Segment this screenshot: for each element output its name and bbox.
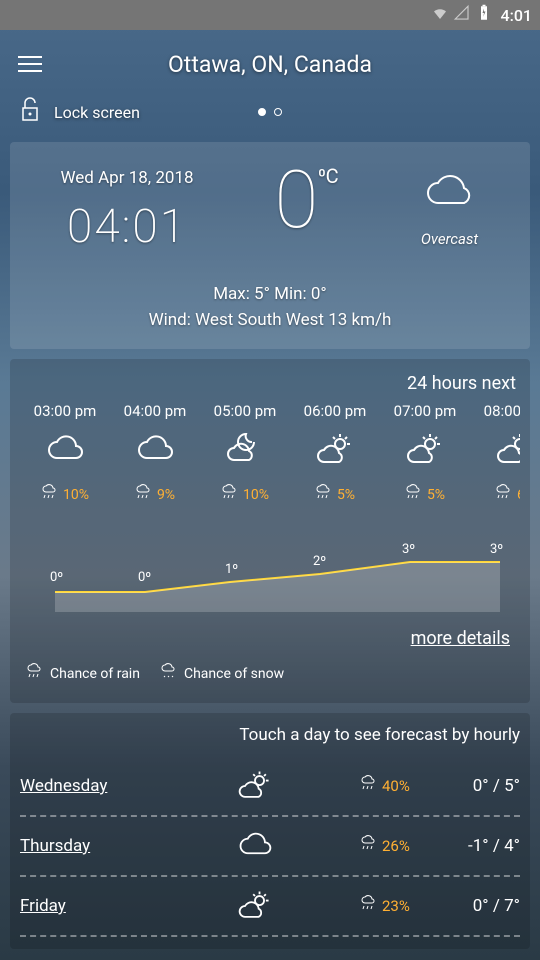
hour-precip: 6%: [470, 484, 520, 506]
snow-icon: [160, 663, 178, 685]
chart-temp-1: 0º: [138, 570, 151, 585]
condition-label: Overcast: [420, 230, 480, 248]
rain-icon: [495, 484, 513, 506]
max-min-label: Max: 5° Min: 0°: [20, 282, 520, 308]
chart-temp-4: 3º: [402, 542, 415, 557]
battery-icon: [475, 4, 493, 26]
cloud-icon: [20, 428, 110, 472]
cloud-icon: [110, 428, 200, 472]
hour-precip: 10%: [200, 484, 290, 506]
hour-time: 05:00 pm: [200, 402, 290, 420]
location-title[interactable]: Ottawa, ON, Canada: [54, 51, 486, 78]
temp-unit: ⁰C: [318, 164, 338, 188]
dot-2[interactable]: [274, 108, 282, 116]
day-temps: 0° / 7°: [440, 896, 520, 916]
partly-sunny-icon: [380, 428, 470, 472]
day-row-thursday[interactable]: Thursday 26% -1° / 4°: [20, 817, 520, 877]
more-details-link[interactable]: more details: [20, 622, 520, 659]
current-date: Wed Apr 18, 2018: [60, 168, 193, 188]
legend-rain-label: Chance of rain: [50, 666, 140, 682]
day-precip: 26%: [360, 835, 440, 857]
legend-snow-label: Chance of snow: [184, 666, 284, 682]
hour-col-1[interactable]: 04:00 pm 9%: [110, 402, 200, 506]
condition-block: Overcast: [420, 168, 480, 248]
chart-temp-0: 0º: [50, 570, 63, 585]
day-name: Thursday: [20, 836, 150, 856]
menu-button[interactable]: [18, 46, 54, 82]
hours-title: 24 hours next: [20, 373, 520, 394]
hour-precip: 9%: [110, 484, 200, 506]
daily-card: Touch a day to see forecast by hourly We…: [10, 713, 530, 949]
hours-row[interactable]: 03:00 pm 10% 04:00 pm 9% 05:00 pm 10% 06…: [20, 402, 520, 506]
legend-rain: Chance of rain: [26, 663, 140, 685]
day-precip: 23%: [360, 895, 440, 917]
partly-sunny-icon: [470, 428, 520, 472]
current-weather-card[interactable]: Wed Apr 18, 2018 04:01 0 ⁰C Overcast Max…: [10, 142, 530, 349]
date-time-block: Wed Apr 18, 2018 04:01: [60, 168, 193, 254]
lock-screen-button[interactable]: Lock screen: [18, 96, 140, 128]
rain-icon: [360, 835, 378, 857]
hourly-card[interactable]: 24 hours next 03:00 pm 10% 04:00 pm 9% 0…: [10, 359, 530, 703]
day-precip: 40%: [360, 775, 440, 797]
overcast-icon: [420, 203, 480, 222]
rain-icon: [315, 484, 333, 506]
cloud-icon: [150, 829, 360, 863]
legend: Chance of rain Chance of snow: [20, 659, 520, 689]
rain-icon: [360, 895, 378, 917]
partly-sunny-icon: [150, 889, 360, 923]
rain-icon: [41, 484, 59, 506]
chart-temp-5: 3º: [490, 542, 503, 557]
chart-temp-2: 1º: [225, 562, 238, 577]
rain-icon: [360, 775, 378, 797]
chart-temp-3: 2º: [313, 554, 326, 569]
day-row-wednesday[interactable]: Wednesday 40% 0° / 5°: [20, 757, 520, 817]
rain-icon: [221, 484, 239, 506]
hour-time: 08:00 pm: [470, 402, 520, 420]
lock-label: Lock screen: [54, 103, 140, 122]
hour-precip: 5%: [290, 484, 380, 506]
dot-1[interactable]: [258, 108, 266, 116]
current-clock: 04:01: [60, 200, 193, 254]
hour-time: 06:00 pm: [290, 402, 380, 420]
temp-chart: 0º 0º 1º 2º 3º 3º: [30, 532, 510, 612]
status-time: 4:01: [501, 6, 533, 25]
cell-icon: [453, 4, 471, 26]
hour-col-5[interactable]: 08:00 pm 6%: [470, 402, 520, 506]
partly-sunny-icon: [150, 769, 360, 803]
stats-block: Max: 5° Min: 0° Wind: West South West 13…: [20, 282, 520, 333]
hour-precip: 5%: [380, 484, 470, 506]
header: Ottawa, ON, Canada: [0, 30, 540, 90]
hour-time: 04:00 pm: [110, 402, 200, 420]
hour-col-0[interactable]: 03:00 pm 10%: [20, 402, 110, 506]
lock-icon: [18, 96, 42, 128]
temp-value: 0: [274, 168, 318, 232]
legend-snow: Chance of snow: [160, 663, 284, 685]
hour-col-2[interactable]: 05:00 pm 10%: [200, 402, 290, 506]
wind-label: Wind: West South West 13 km/h: [20, 308, 520, 334]
rain-icon: [26, 663, 44, 685]
rain-icon: [405, 484, 423, 506]
hour-time: 03:00 pm: [20, 402, 110, 420]
current-temp: 0 ⁰C: [274, 168, 338, 232]
lock-row: Lock screen: [0, 90, 540, 132]
day-name: Friday: [20, 896, 150, 916]
wifi-icon: [431, 4, 449, 26]
status-bar: 4:01: [0, 0, 540, 30]
hour-col-4[interactable]: 07:00 pm 5%: [380, 402, 470, 506]
day-temps: -1° / 4°: [440, 836, 520, 856]
hour-col-3[interactable]: 06:00 pm 5%: [290, 402, 380, 506]
day-row-friday[interactable]: Friday 23% 0° / 7°: [20, 877, 520, 937]
hour-time: 07:00 pm: [380, 402, 470, 420]
partly-sunny-icon: [290, 428, 380, 472]
day-name: Wednesday: [20, 776, 150, 796]
cloud-moon-icon: [200, 428, 290, 472]
daily-hint: Touch a day to see forecast by hourly: [20, 725, 520, 745]
rain-icon: [135, 484, 153, 506]
day-temps: 0° / 5°: [440, 776, 520, 796]
page-dots[interactable]: [258, 108, 282, 116]
hour-precip: 10%: [20, 484, 110, 506]
